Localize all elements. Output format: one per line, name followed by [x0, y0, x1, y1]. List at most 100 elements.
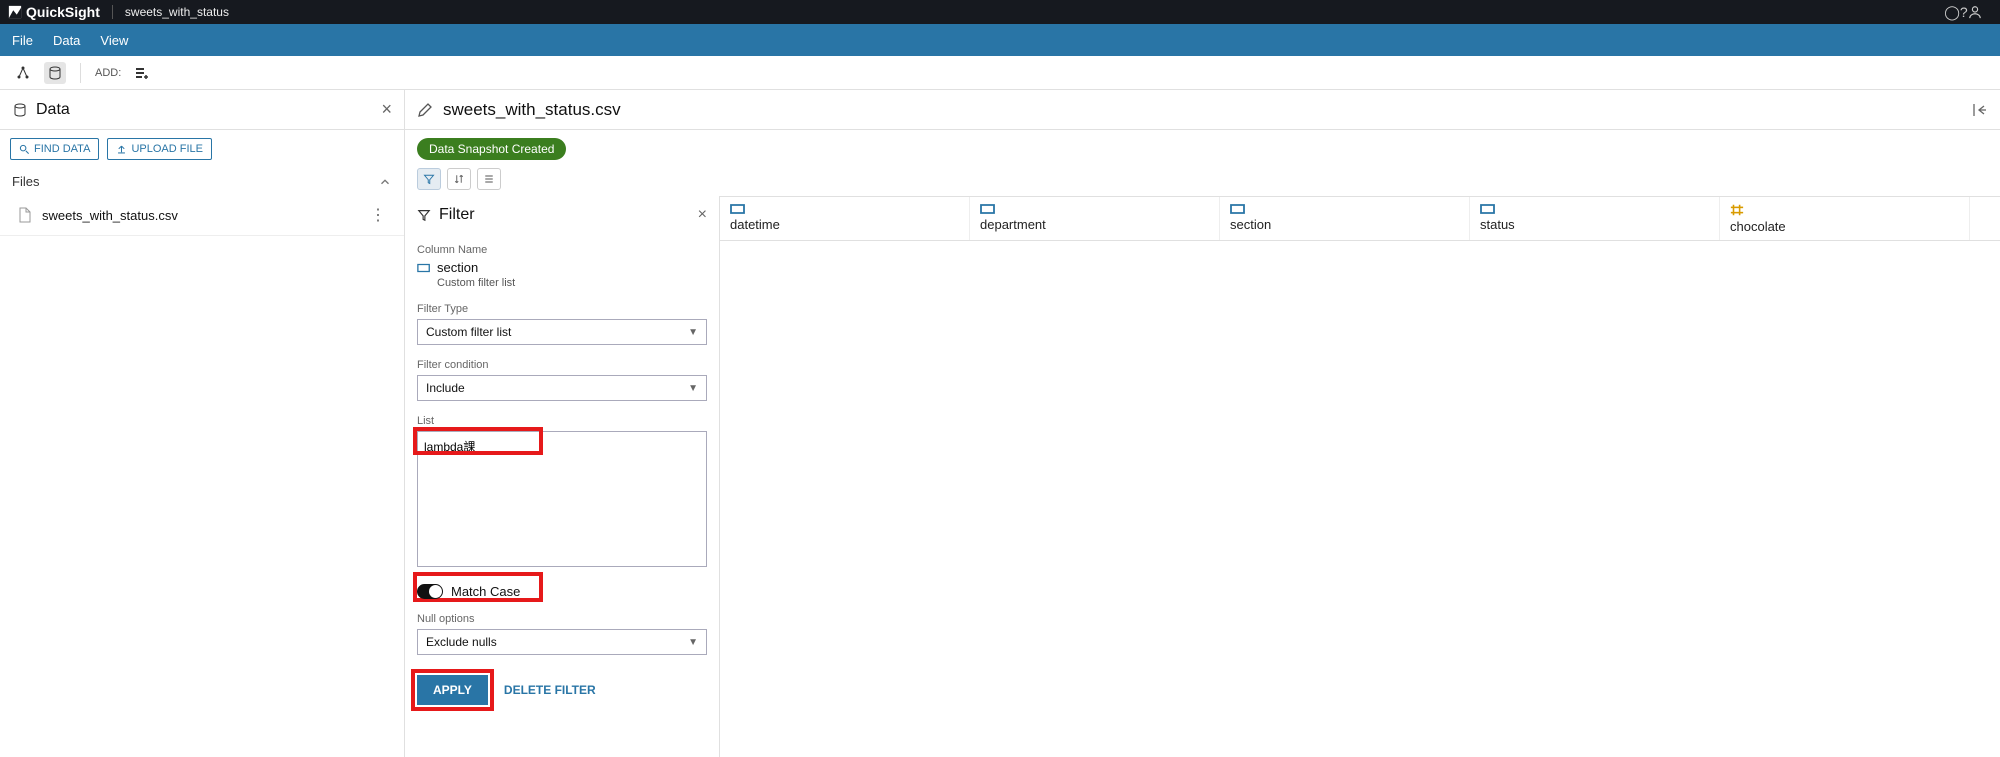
filter-condition-value: Include [426, 381, 465, 395]
match-case-toggle[interactable] [417, 584, 443, 599]
find-data-button[interactable]: FIND DATA [10, 138, 99, 160]
sort-tab[interactable] [447, 168, 471, 190]
collapse-right-icon[interactable] [1972, 102, 1988, 118]
null-options-value: Exclude nulls [426, 635, 497, 649]
col-name: status [1480, 217, 1709, 232]
string-type-icon [1480, 203, 1496, 215]
filter-close-icon[interactable]: × [698, 206, 707, 224]
topbar-divider [112, 5, 113, 19]
topbar: QuickSight sweets_with_status ◯? [0, 0, 2000, 24]
add-label: ADD: [95, 67, 121, 79]
caret-down-icon: ▼ [688, 327, 698, 338]
column-name-value: section [437, 260, 478, 275]
toolbar: ADD: [0, 56, 2000, 90]
list-tab[interactable] [477, 168, 501, 190]
document-title: sweets_with_status [125, 5, 229, 19]
sidebar-header: Data × [0, 90, 404, 130]
filter-type-label: Filter Type [417, 303, 707, 315]
null-options-label: Null options [417, 613, 707, 625]
caret-down-icon: ▼ [688, 383, 698, 394]
filter-button-row: APPLY DELETE FILTER [417, 675, 707, 705]
files-label: Files [12, 174, 39, 189]
apply-button[interactable]: APPLY [417, 675, 488, 705]
column-subtext: Custom filter list [417, 277, 707, 289]
filter-type-select[interactable]: Custom filter list ▼ [417, 319, 707, 345]
string-type-icon [980, 203, 996, 215]
help-icon[interactable]: ◯? [1944, 4, 1968, 21]
filter-title: Filter [439, 206, 690, 224]
column-name-label: Column Name [417, 244, 707, 256]
search-icon [19, 144, 30, 155]
tree-view-icon[interactable] [12, 62, 34, 84]
number-type-icon [1730, 203, 1744, 217]
col-chocolate[interactable]: chocolate [1720, 197, 1970, 240]
database-view-icon[interactable] [44, 62, 66, 84]
brand-logo[interactable]: QuickSight [8, 4, 100, 20]
chevron-up-icon [378, 175, 392, 189]
sidebar-title: Data [36, 101, 373, 119]
sidebar-actions: FIND DATA UPLOAD FILE [0, 130, 404, 168]
col-status[interactable]: status [1470, 197, 1720, 240]
list-textarea[interactable] [417, 431, 707, 567]
filter-icon [417, 208, 431, 222]
sidebar-close-icon[interactable]: × [381, 99, 392, 120]
col-department[interactable]: department [970, 197, 1220, 240]
column-name-value-row: section [417, 260, 707, 275]
sidebar: Data × FIND DATA UPLOAD FILE Files sweet… [0, 90, 405, 757]
string-type-icon [417, 262, 431, 274]
col-name: chocolate [1730, 219, 1959, 234]
find-data-label: FIND DATA [34, 143, 90, 155]
filter-condition-select[interactable]: Include ▼ [417, 375, 707, 401]
list-label: List [417, 415, 707, 427]
col-datetime[interactable]: datetime [720, 197, 970, 240]
user-glyph-icon [1968, 5, 1982, 19]
col-name: section [1230, 217, 1459, 232]
menu-data[interactable]: Data [53, 33, 80, 48]
files-section-header[interactable]: Files [0, 168, 404, 195]
database-icon [12, 102, 28, 118]
list-icon [483, 173, 495, 185]
file-more-icon[interactable]: ⋮ [370, 205, 386, 225]
string-type-icon [1230, 203, 1246, 215]
main: Data × FIND DATA UPLOAD FILE Files sweet… [0, 90, 2000, 757]
filter-panel: Filter × Column Name section Custom filt… [405, 196, 720, 757]
status-row: Data Snapshot Created [405, 130, 2000, 168]
column-headers: datetime department section status [720, 196, 2000, 241]
table-area: datetime department section status [720, 196, 2000, 757]
caret-down-icon: ▼ [688, 637, 698, 648]
upload-file-button[interactable]: UPLOAD FILE [107, 138, 212, 160]
menu-file[interactable]: File [12, 33, 33, 48]
menubar: File Data View [0, 24, 2000, 56]
status-badge: Data Snapshot Created [417, 138, 566, 160]
filter-icon [423, 173, 435, 185]
col-section[interactable]: section [1220, 197, 1470, 240]
col-name: department [980, 217, 1209, 232]
filter-panel-header: Filter × [405, 196, 719, 234]
edit-icon[interactable] [417, 102, 433, 118]
menu-view[interactable]: View [100, 33, 128, 48]
filter-tab[interactable] [417, 168, 441, 190]
content-filename: sweets_with_status.csv [443, 100, 621, 120]
null-options-select[interactable]: Exclude nulls ▼ [417, 629, 707, 655]
file-row[interactable]: sweets_with_status.csv ⋮ [0, 195, 404, 236]
upload-icon [116, 144, 127, 155]
view-tabs [405, 168, 2000, 196]
workarea: Filter × Column Name section Custom filt… [405, 196, 2000, 757]
sort-icon [453, 173, 465, 185]
string-type-icon [730, 203, 746, 215]
delete-filter-button[interactable]: DELETE FILTER [504, 683, 596, 697]
quicksight-icon [8, 5, 22, 19]
upload-file-label: UPLOAD FILE [131, 143, 203, 155]
match-case-label: Match Case [451, 584, 520, 599]
file-icon [18, 207, 32, 223]
col-name: datetime [730, 217, 959, 232]
filter-condition-label: Filter condition [417, 359, 707, 371]
user-icon[interactable] [1968, 5, 1992, 19]
match-case-row: Match Case [417, 584, 707, 599]
content-titlebar: sweets_with_status.csv [405, 90, 2000, 130]
filter-type-value: Custom filter list [426, 325, 511, 339]
add-dataset-icon[interactable] [131, 62, 153, 84]
brand-name: QuickSight [26, 4, 100, 20]
file-name: sweets_with_status.csv [42, 208, 360, 223]
content: sweets_with_status.csv Data Snapshot Cre… [405, 90, 2000, 757]
